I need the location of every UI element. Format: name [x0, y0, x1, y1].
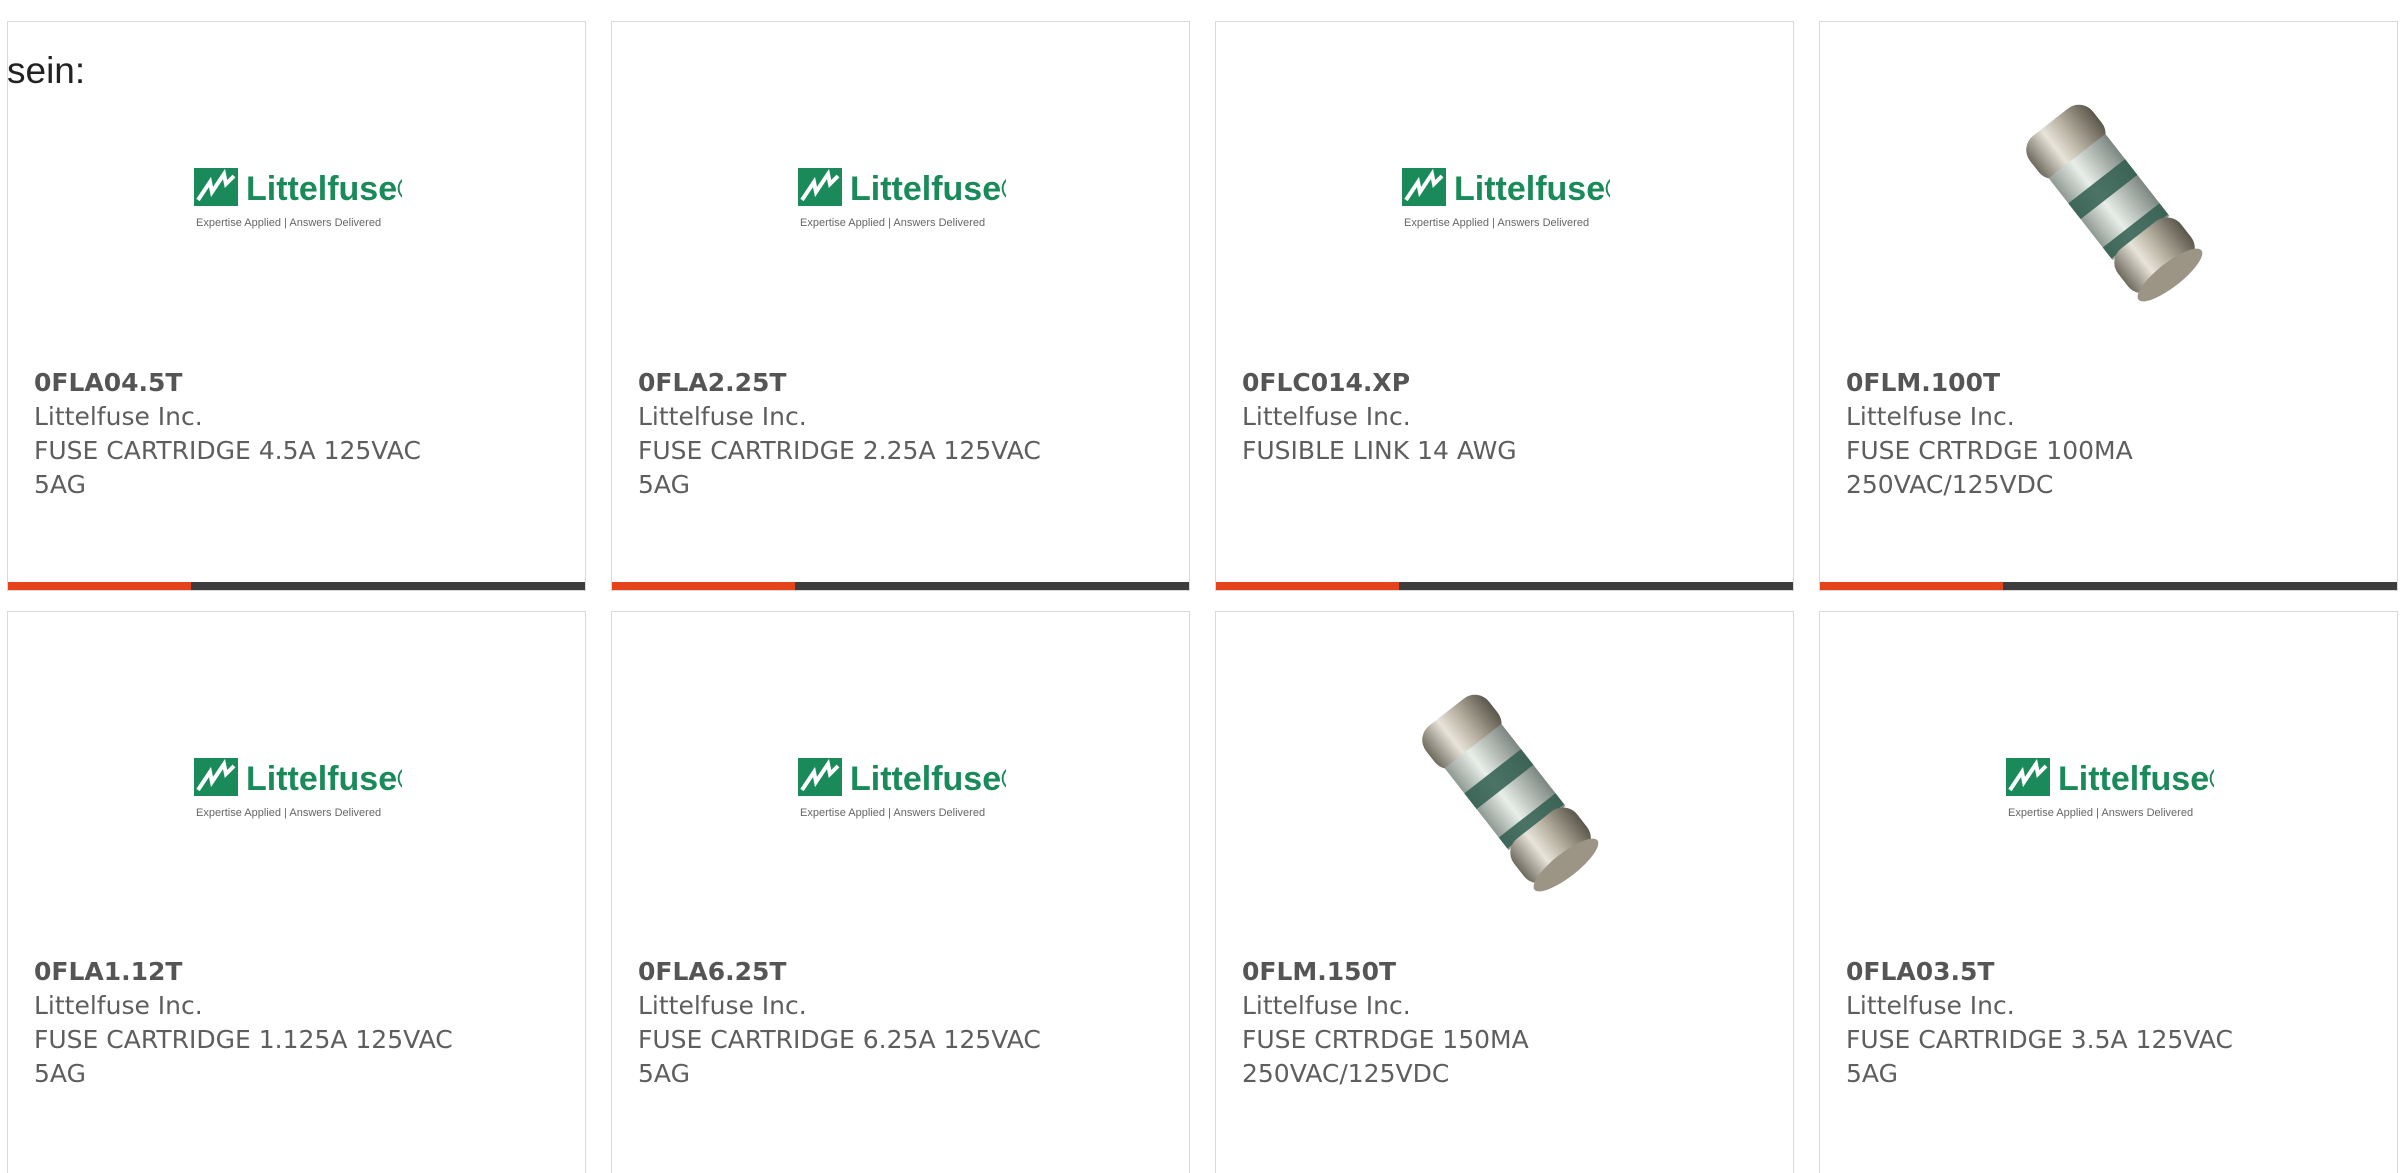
card-bottom-bar: [612, 582, 1189, 590]
logo-wordmark: Littelfuse®: [2058, 760, 2214, 798]
card-accent-bar: [612, 582, 795, 590]
part-number-link[interactable]: 0FLC014.XP: [1242, 366, 1767, 400]
logo-wordmark: Littelfuse®: [850, 170, 1006, 208]
littelfuse-logo-svg: Littelfuse® Expertise Applied | Answers D…: [2005, 758, 2214, 819]
logo-tagline: Expertise Applied | Answers Delivered: [2008, 807, 2193, 819]
product-grid-page: sein: Littelfuse® Expertise Applied | Ans…: [0, 0, 2400, 1173]
cartridge-fuse-photo: [1994, 82, 2224, 312]
manufacturer-name: Littelfuse Inc.: [1242, 402, 1411, 431]
intro-text: sein:: [7, 50, 86, 91]
fuse-svg: [2025, 104, 2202, 302]
product-description: FUSE CARTRIDGE 2.25A 125VAC 5AG: [638, 436, 1041, 499]
logo-wordmark: Littelfuse®: [246, 170, 402, 208]
product-card[interactable]: Littelfuse® Expertise Applied | Answers D…: [7, 21, 586, 591]
logo-wordmark: Littelfuse®: [1454, 170, 1610, 208]
product-card[interactable]: Littelfuse® Expertise Applied | Answers D…: [7, 611, 586, 1173]
littelfuse-logo: Littelfuse® Expertise Applied | Answers D…: [796, 752, 1006, 822]
littelfuse-logo-svg: Littelfuse® Expertise Applied | Answers D…: [797, 168, 1006, 229]
logo-tagline: Expertise Applied | Answers Delivered: [800, 217, 985, 229]
product-image[interactable]: Littelfuse® Expertise Applied | Answers D…: [1820, 672, 2397, 902]
manufacturer-name: Littelfuse Inc.: [1846, 402, 2015, 431]
product-description: FUSIBLE LINK 14 AWG: [1242, 436, 1517, 465]
product-image[interactable]: Littelfuse® Expertise Applied | Answers D…: [612, 82, 1189, 312]
part-number-link[interactable]: 0FLA03.5T: [1846, 955, 2371, 989]
product-description: FUSE CRTRDGE 150MA 250VAC/125VDC: [1242, 1025, 1529, 1088]
littelfuse-logo: Littelfuse® Expertise Applied | Answers D…: [2004, 752, 2214, 822]
part-number-link[interactable]: 0FLA04.5T: [34, 366, 559, 400]
product-description: FUSE CARTRIDGE 6.25A 125VAC 5AG: [638, 1025, 1041, 1088]
product-card[interactable]: Littelfuse® Expertise Applied | Answers D…: [611, 611, 1190, 1173]
logo-tagline: Expertise Applied | Answers Delivered: [196, 217, 381, 229]
part-number-link[interactable]: 0FLM.150T: [1242, 955, 1767, 989]
product-image[interactable]: [1216, 672, 1793, 902]
logo-tagline: Expertise Applied | Answers Delivered: [1404, 217, 1589, 229]
logo-tagline: Expertise Applied | Answers Delivered: [196, 807, 381, 819]
product-description: FUSE CARTRIDGE 1.125A 125VAC 5AG: [34, 1025, 453, 1088]
manufacturer-name: Littelfuse Inc.: [34, 991, 203, 1020]
card-bottom-bar: [8, 582, 585, 590]
part-number-link[interactable]: 0FLA2.25T: [638, 366, 1163, 400]
product-card[interactable]: Littelfuse® Expertise Applied | Answers D…: [1215, 21, 1794, 591]
product-image[interactable]: Littelfuse® Expertise Applied | Answers D…: [1216, 82, 1793, 312]
product-image[interactable]: Littelfuse® Expertise Applied | Answers D…: [8, 82, 585, 312]
product-card[interactable]: Littelfuse® Expertise Applied | Answers D…: [611, 21, 1190, 591]
manufacturer-name: Littelfuse Inc.: [638, 402, 807, 431]
card-bottom-bar: [1216, 582, 1793, 590]
logo-tagline: Expertise Applied | Answers Delivered: [800, 807, 985, 819]
product-image[interactable]: Littelfuse® Expertise Applied | Answers D…: [8, 672, 585, 902]
manufacturer-name: Littelfuse Inc.: [1846, 991, 2015, 1020]
part-number-link[interactable]: 0FLM.100T: [1846, 366, 2371, 400]
cartridge-fuse-photo: [1390, 672, 1620, 902]
product-card[interactable]: 0FLM.100T Littelfuse Inc. FUSE CRTRDGE 1…: [1819, 21, 2398, 591]
product-card[interactable]: 0FLM.150T Littelfuse Inc. FUSE CRTRDGE 1…: [1215, 611, 1794, 1173]
manufacturer-name: Littelfuse Inc.: [638, 991, 807, 1020]
logo-wordmark: Littelfuse®: [246, 760, 402, 798]
product-description: FUSE CARTRIDGE 3.5A 125VAC 5AG: [1846, 1025, 2233, 1088]
littelfuse-logo: Littelfuse® Expertise Applied | Answers D…: [192, 752, 402, 822]
card-bottom-bar: [1820, 582, 2397, 590]
card-accent-bar: [8, 582, 191, 590]
product-image[interactable]: Littelfuse® Expertise Applied | Answers D…: [612, 672, 1189, 902]
littelfuse-logo-svg: Littelfuse® Expertise Applied | Answers D…: [193, 168, 402, 229]
manufacturer-name: Littelfuse Inc.: [34, 402, 203, 431]
manufacturer-name: Littelfuse Inc.: [1242, 991, 1411, 1020]
littelfuse-logo: Littelfuse® Expertise Applied | Answers D…: [192, 162, 402, 232]
product-card[interactable]: Littelfuse® Expertise Applied | Answers D…: [1819, 611, 2398, 1173]
littelfuse-logo-svg: Littelfuse® Expertise Applied | Answers D…: [797, 758, 1006, 819]
part-number-link[interactable]: 0FLA1.12T: [34, 955, 559, 989]
card-accent-bar: [1216, 582, 1399, 590]
product-image[interactable]: [1820, 82, 2397, 312]
card-accent-bar: [1820, 582, 2003, 590]
product-description: FUSE CRTRDGE 100MA 250VAC/125VDC: [1846, 436, 2133, 499]
littelfuse-logo-svg: Littelfuse® Expertise Applied | Answers D…: [1401, 168, 1610, 229]
littelfuse-logo-svg: Littelfuse® Expertise Applied | Answers D…: [193, 758, 402, 819]
part-number-link[interactable]: 0FLA6.25T: [638, 955, 1163, 989]
fuse-svg: [1421, 694, 1598, 892]
logo-wordmark: Littelfuse®: [850, 760, 1006, 798]
littelfuse-logo: Littelfuse® Expertise Applied | Answers D…: [796, 162, 1006, 232]
product-description: FUSE CARTRIDGE 4.5A 125VAC 5AG: [34, 436, 421, 499]
littelfuse-logo: Littelfuse® Expertise Applied | Answers D…: [1400, 162, 1610, 232]
